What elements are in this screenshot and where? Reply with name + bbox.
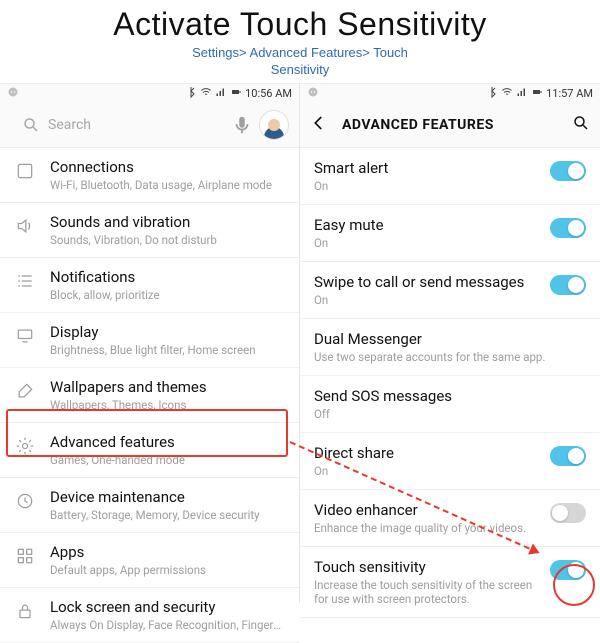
search-icon[interactable] [572, 114, 590, 136]
row-sub: Use two separate accounts for the same a… [314, 350, 578, 364]
settings-row-sounds-and-vibration[interactable]: Sounds and vibration Sounds, Vibration, … [0, 203, 299, 258]
rect-icon [14, 158, 36, 181]
advanced-features-pane: 11:57 AM ADVANCED FEATURES Smart alert O… [300, 83, 600, 603]
row-title: Advanced features [50, 433, 287, 451]
row-sub: On [314, 236, 542, 250]
toggle-switch[interactable] [550, 275, 586, 295]
row-sub: Block, allow, prioritize [50, 288, 287, 302]
care-icon [14, 488, 36, 511]
mic-icon[interactable] [231, 114, 253, 136]
settings-row-connections[interactable]: Connections Wi-Fi, Bluetooth, Data usage… [0, 148, 299, 203]
toggle-switch[interactable] [550, 161, 586, 181]
settings-row-apps[interactable]: Apps Default apps, App permissions [0, 533, 299, 588]
feature-row-send-sos-messages[interactable]: Send SOS messages Off [300, 376, 600, 433]
row-title: Dual Messenger [314, 330, 578, 348]
row-title: Device maintenance [50, 488, 287, 506]
page-header: ADVANCED FEATURES [300, 104, 600, 148]
settings-list: Connections Wi-Fi, Bluetooth, Data usage… [0, 148, 299, 643]
row-title: Display [50, 323, 287, 341]
feature-row-touch-sensitivity[interactable]: Touch sensitivity Increase the touch sen… [300, 547, 600, 618]
battery-icon [531, 86, 543, 101]
status-time: 11:57 AM [546, 87, 593, 100]
row-title: Video enhancer [314, 501, 542, 519]
row-sub: On [314, 464, 542, 478]
brush-icon [14, 378, 36, 401]
row-title: Send SOS messages [314, 387, 578, 405]
row-title: Touch sensitivity [314, 558, 542, 576]
back-icon[interactable] [310, 114, 328, 136]
hero-path-line2: Sensitivity [271, 62, 330, 77]
reddit-icon [307, 86, 319, 101]
list-icon [14, 268, 36, 291]
profile-avatar[interactable] [259, 110, 289, 140]
bluetooth-icon [185, 86, 197, 101]
speaker-icon [14, 213, 36, 236]
display-icon [14, 323, 36, 346]
search-icon [22, 116, 40, 134]
row-title: Direct share [314, 444, 542, 462]
row-sub: Sounds, Vibration, Do not disturb [50, 233, 287, 247]
row-sub: Enhance the image quality of your videos… [314, 521, 542, 535]
row-title: Swipe to call or send messages [314, 273, 542, 291]
settings-row-notifications[interactable]: Notifications Block, allow, prioritize [0, 258, 299, 313]
row-sub: Wi-Fi, Bluetooth, Data usage, Airplane m… [50, 178, 287, 192]
search-input[interactable]: Search [10, 110, 231, 140]
row-title: Smart alert [314, 159, 542, 177]
settings-row-wallpapers-and-themes[interactable]: Wallpapers and themes Wallpapers, Themes… [0, 368, 299, 423]
gear-icon [14, 433, 36, 456]
advanced-features-list: Smart alert On Easy mute On Swipe to cal… [300, 148, 600, 618]
reddit-icon [7, 86, 19, 101]
row-sub: Games, One-handed mode [50, 453, 287, 467]
row-title: Apps [50, 543, 287, 561]
feature-row-swipe-to-call-or-send-messages[interactable]: Swipe to call or send messages On [300, 262, 600, 319]
hero-title: Activate Touch Sensitivity [0, 6, 600, 43]
feature-row-smart-alert[interactable]: Smart alert On [300, 148, 600, 205]
settings-row-device-maintenance[interactable]: Device maintenance Battery, Storage, Mem… [0, 478, 299, 533]
row-title: Sounds and vibration [50, 213, 287, 231]
row-sub: On [314, 293, 542, 307]
wifi-icon [200, 86, 212, 101]
row-sub: Brightness, Blue light filter, Home scre… [50, 343, 287, 357]
row-sub: On [314, 179, 542, 193]
signal-icon [215, 86, 227, 101]
feature-row-easy-mute[interactable]: Easy mute On [300, 205, 600, 262]
row-title: Easy mute [314, 216, 542, 234]
row-title: Notifications [50, 268, 287, 286]
feature-row-direct-share[interactable]: Direct share On [300, 433, 600, 490]
toggle-switch[interactable] [550, 503, 586, 523]
hero-path: Settings> Advanced Features> Touch Sensi… [0, 45, 600, 79]
row-sub: Always On Display, Face Recognition, Fin… [50, 618, 287, 632]
row-title: Wallpapers and themes [50, 378, 287, 396]
status-bar: 10:56 AM [0, 84, 299, 104]
toggle-switch[interactable] [550, 446, 586, 466]
row-title: Lock screen and security [50, 598, 287, 616]
signal-icon [516, 86, 528, 101]
feature-row-dual-messenger[interactable]: Dual Messenger Use two separate accounts… [300, 319, 600, 376]
battery-icon [230, 86, 242, 101]
grid-icon [14, 543, 36, 566]
bluetooth-icon [486, 86, 498, 101]
row-sub: Off [314, 407, 578, 421]
status-bar: 11:57 AM [300, 84, 600, 104]
page-title: ADVANCED FEATURES [342, 117, 558, 133]
row-sub: Increase the touch sensitivity of the sc… [314, 578, 542, 606]
lock-icon [14, 598, 36, 621]
search-placeholder: Search [48, 117, 91, 133]
row-sub: Battery, Storage, Memory, Device securit… [50, 508, 287, 522]
feature-row-video-enhancer[interactable]: Video enhancer Enhance the image quality… [300, 490, 600, 547]
settings-row-lock-screen-and-security[interactable]: Lock screen and security Always On Displ… [0, 588, 299, 643]
row-title: Connections [50, 158, 287, 176]
status-time: 10:56 AM [245, 87, 292, 100]
row-sub: Wallpapers, Themes, Icons [50, 398, 287, 412]
search-row: Search [0, 104, 299, 148]
hero-path-line1: Settings> Advanced Features> Touch [192, 45, 408, 60]
settings-row-advanced-features[interactable]: Advanced features Games, One-handed mode [0, 423, 299, 478]
toggle-switch[interactable] [550, 218, 586, 238]
toggle-switch[interactable] [550, 560, 586, 580]
settings-row-display[interactable]: Display Brightness, Blue light filter, H… [0, 313, 299, 368]
row-sub: Default apps, App permissions [50, 563, 287, 577]
wifi-icon [501, 86, 513, 101]
settings-pane: 10:56 AM Search Connections Wi-Fi, Bluet… [0, 83, 300, 603]
